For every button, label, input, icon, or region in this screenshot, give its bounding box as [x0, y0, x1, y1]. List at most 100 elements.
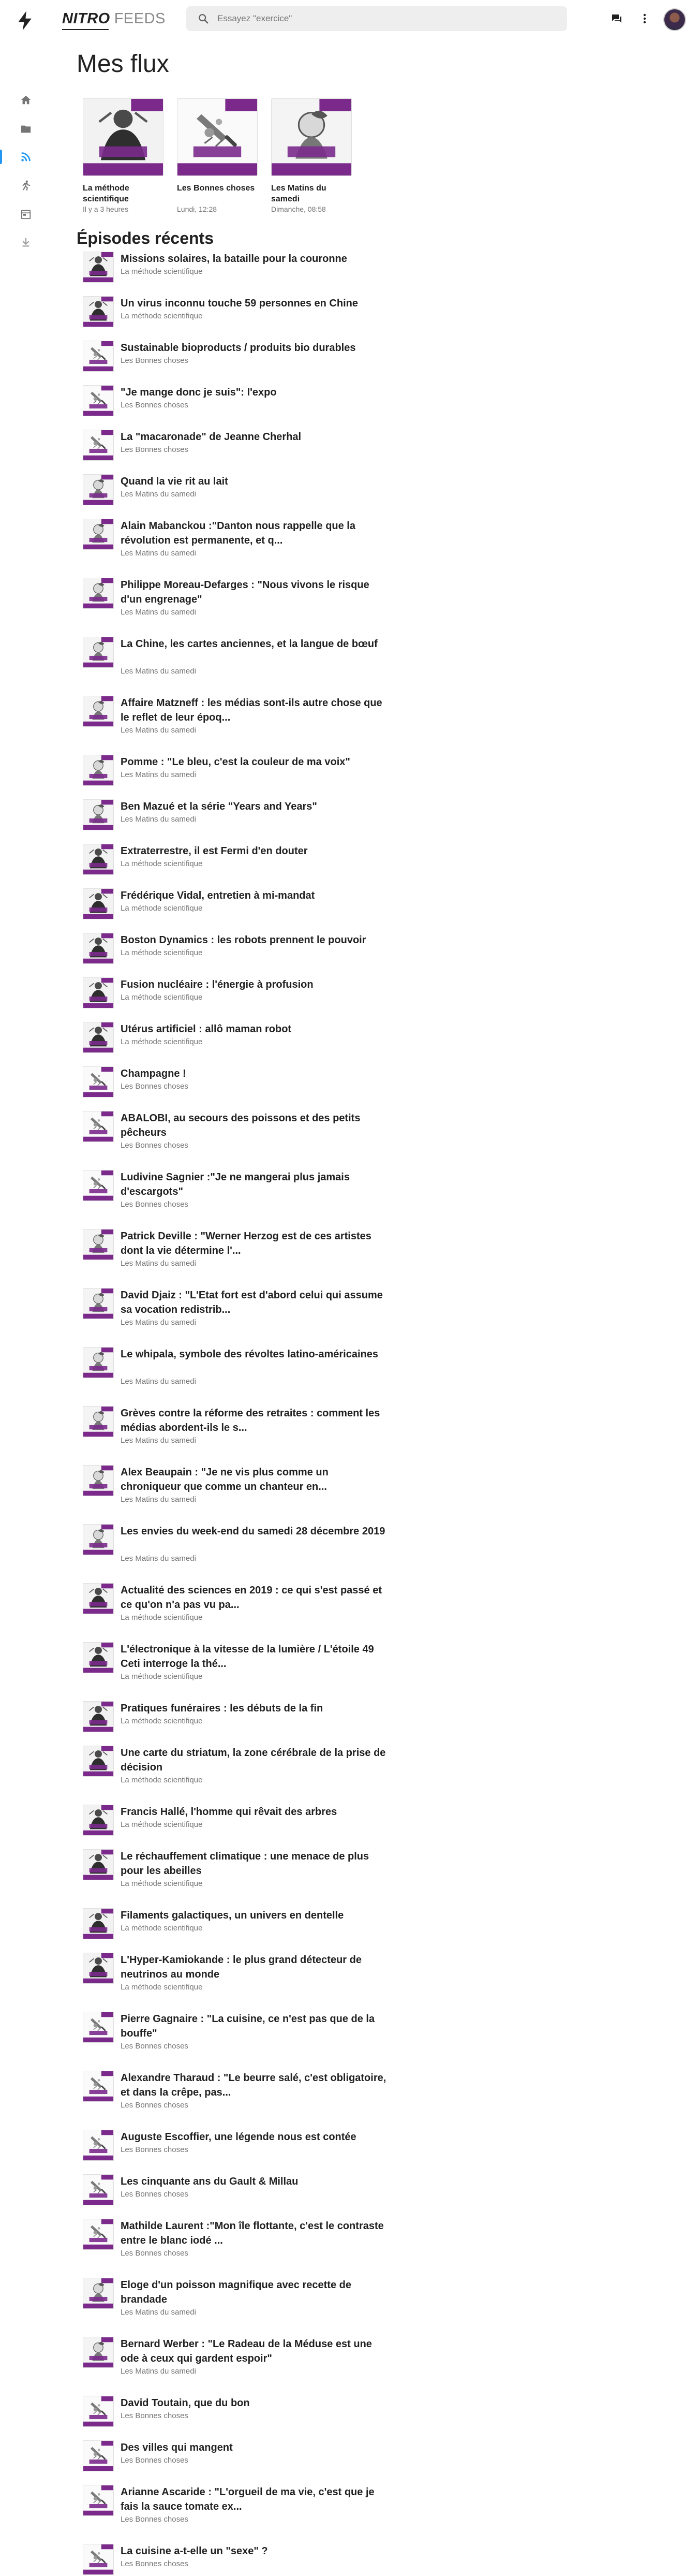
episode-thumbnail: [83, 2130, 114, 2161]
running-person-icon: [20, 180, 32, 191]
episode-feed-name: Les Bonnes choses: [121, 1200, 188, 1209]
episode-title: Sustainable bioproducts / produits bio d…: [121, 342, 356, 354]
episode-thumbnail: [83, 1022, 114, 1053]
episode-thumbnail: [83, 1406, 114, 1437]
episode-title: David Toutain, que du bon: [121, 2397, 250, 2409]
sidebar-item-calendar[interactable]: [0, 200, 52, 229]
episode-thumbnail: [83, 578, 114, 609]
episode-feed-name: Les Matins du samedi: [121, 726, 196, 735]
episode-thumbnail: [83, 1111, 114, 1142]
episode-title: Quand la vie rit au lait: [121, 476, 228, 487]
episode-thumbnail: [83, 1805, 114, 1836]
episode-feed-name: Les Matins du samedi: [121, 667, 196, 676]
episode-feed-name: Les Matins du samedi: [121, 1554, 196, 1563]
episode-title: Philippe Moreau-Defarges : "Nous vivons …: [121, 579, 369, 605]
section-title-recent-episodes: Épisodes récents: [77, 229, 214, 247]
download-icon: [20, 237, 32, 248]
episode-thumbnail: [83, 755, 114, 786]
sidebar-item-activity[interactable]: [0, 171, 52, 200]
episode-feed-name: Les Matins du samedi: [121, 608, 196, 617]
bolt-icon[interactable]: [16, 10, 34, 31]
episode-title: Patrick Deville : "Werner Herzog est de …: [121, 1231, 371, 1256]
more-vert-icon[interactable]: [635, 9, 654, 28]
episode-title: L'électronique à la vitesse de la lumièr…: [121, 1644, 374, 1670]
episode-feed-name: La méthode scientifique: [121, 1717, 203, 1725]
episode-feed-name: Les Bonnes choses: [121, 2515, 188, 2524]
page-title: Mes flux: [77, 50, 169, 78]
episode-feed-name: La méthode scientifique: [121, 267, 203, 276]
episode-thumbnail: [83, 2174, 114, 2205]
episode-title: Affaire Matzneff : les médias sont-ils a…: [121, 697, 382, 723]
episode-title: Utérus artificiel : allô maman robot: [121, 1023, 292, 1035]
episode-title: Eloge d'un poisson magnifique avec recet…: [121, 2279, 351, 2305]
episode-feed-name: Les Bonnes choses: [121, 2456, 188, 2465]
episode-title: Le réchauffement climatique : une menace…: [121, 1851, 369, 1877]
episode-title: ABALOBI, au secours des poissons et des …: [121, 1113, 361, 1138]
rss-icon: [20, 151, 32, 163]
search-icon: [198, 13, 209, 24]
episode-feed-name: Les Bonnes choses: [121, 2101, 188, 2110]
episode-thumbnail: [83, 1849, 114, 1880]
sidebar-item-home[interactable]: [0, 85, 52, 114]
episode-title: La cuisine a-t-elle un "sexe" ?: [121, 2545, 268, 2557]
chat-icon[interactable]: [607, 9, 626, 28]
episode-title: Francis Hallé, l'homme qui rêvait des ar…: [121, 1806, 337, 1818]
episode-thumbnail: [83, 888, 114, 919]
user-avatar[interactable]: [663, 8, 686, 31]
sidebar-item-folders[interactable]: [0, 114, 52, 143]
sidebar-item-downloads[interactable]: [0, 228, 52, 257]
folder-icon: [20, 123, 32, 135]
episode-title: Ludivine Sagnier :"Je ne mangerai plus j…: [121, 1172, 350, 1197]
episode-thumbnail: [83, 1066, 114, 1097]
episode-thumbnail: [83, 2544, 114, 2575]
episode-feed-name: Les Bonnes choses: [121, 2042, 188, 2051]
episode-title: Un virus inconnu touche 59 personnes en …: [121, 298, 358, 309]
episode-thumbnail: [83, 341, 114, 372]
episode-thumbnail: [83, 1465, 114, 1496]
episode-thumbnail: [83, 2337, 114, 2368]
episode-title: Alexandre Tharaud : "Le beurre salé, c'e…: [121, 2072, 386, 2098]
episode-title: Des villes qui mangent: [121, 2442, 233, 2453]
feed-date: Dimanche, 08:58: [271, 205, 326, 213]
episode-title: Grèves contre la réforme des retraites :…: [121, 1408, 380, 1433]
episode-thumbnail: [83, 1908, 114, 1939]
episode-title: Pomme : "Le bleu, c'est la couleur de ma…: [121, 756, 350, 768]
feed-date: Il y a 3 heures: [83, 205, 128, 213]
episode-thumbnail: [83, 637, 114, 668]
brand-secondary: FEEDS: [114, 10, 166, 27]
episode-thumbnail: [83, 2440, 114, 2471]
brand-logo[interactable]: NITRO FEEDS: [62, 10, 166, 28]
brand-underline: [62, 29, 109, 30]
episode-thumbnail: [83, 1170, 114, 1201]
episode-feed-name: Les Matins du samedi: [121, 2367, 196, 2376]
search-bar[interactable]: [186, 6, 567, 31]
search-input[interactable]: [217, 6, 559, 31]
episode-title: "Je mange donc je suis": l'expo: [121, 387, 277, 398]
episode-thumbnail: [83, 2396, 114, 2427]
episode-feed-name: La méthode scientifique: [121, 1776, 203, 1784]
episode-feed-name: La méthode scientifique: [121, 1924, 203, 1933]
episode-title: Arianne Ascaride : "L'orgueil de ma vie,…: [121, 2486, 375, 2512]
feed-cover-image: [177, 98, 258, 176]
episode-thumbnail: [83, 296, 114, 327]
episode-title: Filaments galactiques, un univers en den…: [121, 1910, 344, 1921]
episode-feed-name: La méthode scientifique: [121, 312, 203, 320]
episode-title: Auguste Escoffier, une légende nous est …: [121, 2131, 356, 2143]
episode-title: Pierre Gagnaire : "La cuisine, ce n'est …: [121, 2013, 375, 2039]
episode-feed-name: Les Bonnes choses: [121, 2249, 188, 2258]
episode-title: Bernard Werber : "Le Radeau de la Méduse…: [121, 2338, 372, 2364]
episode-title: Extraterrestre, il est Fermi d'en douter: [121, 845, 308, 857]
episode-feed-name: Les Bonnes choses: [121, 356, 188, 365]
episode-thumbnail: [83, 2278, 114, 2309]
episode-thumbnail: [83, 696, 114, 727]
episode-thumbnail: [83, 1347, 114, 1378]
episode-thumbnail: [83, 1524, 114, 1555]
episode-title: Les cinquante ans du Gault & Millau: [121, 2176, 299, 2187]
feed-title: Les Bonnes choses: [177, 184, 255, 193]
episode-thumbnail: [83, 1288, 114, 1319]
episode-feed-name: Les Bonnes choses: [121, 1082, 188, 1091]
episode-thumbnail: [83, 844, 114, 875]
episode-title: Actualité des sciences en 2019 : ce qui …: [121, 1585, 382, 1611]
episode-title: Frédérique Vidal, entretien à mi-mandat: [121, 890, 315, 901]
sidebar-item-feeds[interactable]: [0, 142, 52, 171]
